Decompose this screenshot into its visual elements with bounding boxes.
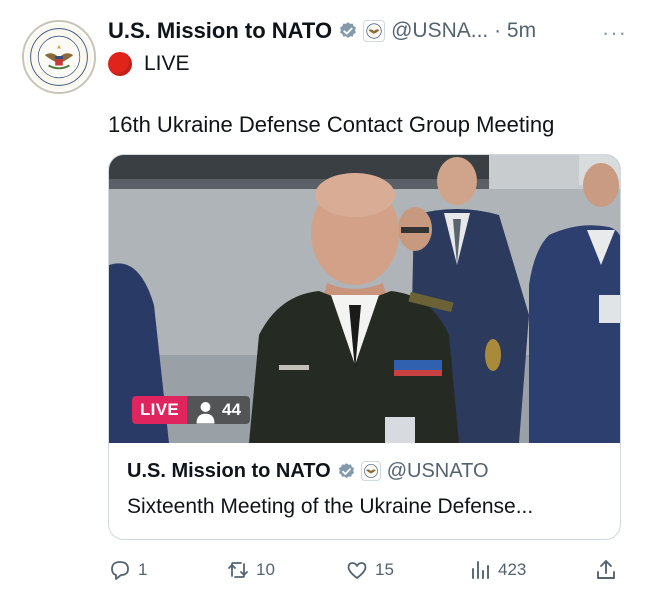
avatar[interactable]	[22, 20, 96, 94]
embassy-seal-icon	[25, 23, 93, 91]
live-status-label: LIVE	[144, 52, 190, 75]
like-count: 15	[375, 560, 394, 579]
analytics-icon	[472, 561, 489, 579]
repost-button[interactable]: 10	[226, 555, 275, 585]
more-options-icon[interactable]: ···	[602, 20, 627, 46]
live-viewers-pill: LIVE 44	[132, 396, 250, 424]
action-bar: 1 10 15 423	[108, 555, 621, 585]
share-button[interactable]	[594, 555, 618, 585]
repost-count: 10	[256, 560, 275, 579]
heart-icon	[347, 562, 367, 579]
display-name[interactable]: U.S. Mission to NATO	[108, 18, 332, 44]
card-account-name: U.S. Mission to NATO	[127, 459, 331, 482]
broadcast-title: Sixteenth Meeting of the Ukraine Defense…	[127, 495, 534, 518]
red-circle-icon	[108, 52, 132, 76]
card-info[interactable]: U.S. Mission to NATO @USNATO Sixteenth M…	[127, 457, 604, 519]
verified-badge-icon[interactable]	[338, 21, 358, 41]
share-icon	[597, 560, 615, 579]
views-button[interactable]: 423	[468, 555, 526, 585]
card-account-handle: @USNATO	[386, 459, 489, 482]
repost-icon	[228, 562, 248, 578]
verified-badge-icon	[338, 462, 354, 478]
reply-button[interactable]: 1	[108, 555, 147, 585]
live-status: LIVE	[108, 50, 190, 78]
view-count: 423	[498, 560, 527, 579]
post-text: 16th Ukraine Defense Contact Group Meeti…	[108, 112, 555, 137]
viewer-count-value: 44	[222, 400, 241, 419]
live-badge: LIVE	[132, 396, 187, 424]
handle-and-time[interactable]: @USNA... · 5m	[391, 19, 536, 43]
reply-count: 1	[138, 560, 148, 579]
broadcast-card[interactable]: LIVE 44 U.S. Mission to NATO @USNATO Six…	[108, 154, 621, 540]
person-icon	[196, 402, 215, 424]
viewer-count: 44	[187, 396, 250, 424]
card-header: U.S. Mission to NATO @USNATO	[127, 457, 604, 485]
reply-icon	[111, 561, 129, 580]
affiliation-badge-icon	[360, 461, 381, 481]
broadcast-video[interactable]: LIVE 44	[109, 155, 620, 443]
tweet-header: U.S. Mission to NATO @USNA... · 5m ···	[108, 14, 627, 48]
like-button[interactable]: 15	[345, 555, 394, 585]
affiliation-badge-icon[interactable]	[363, 20, 386, 42]
